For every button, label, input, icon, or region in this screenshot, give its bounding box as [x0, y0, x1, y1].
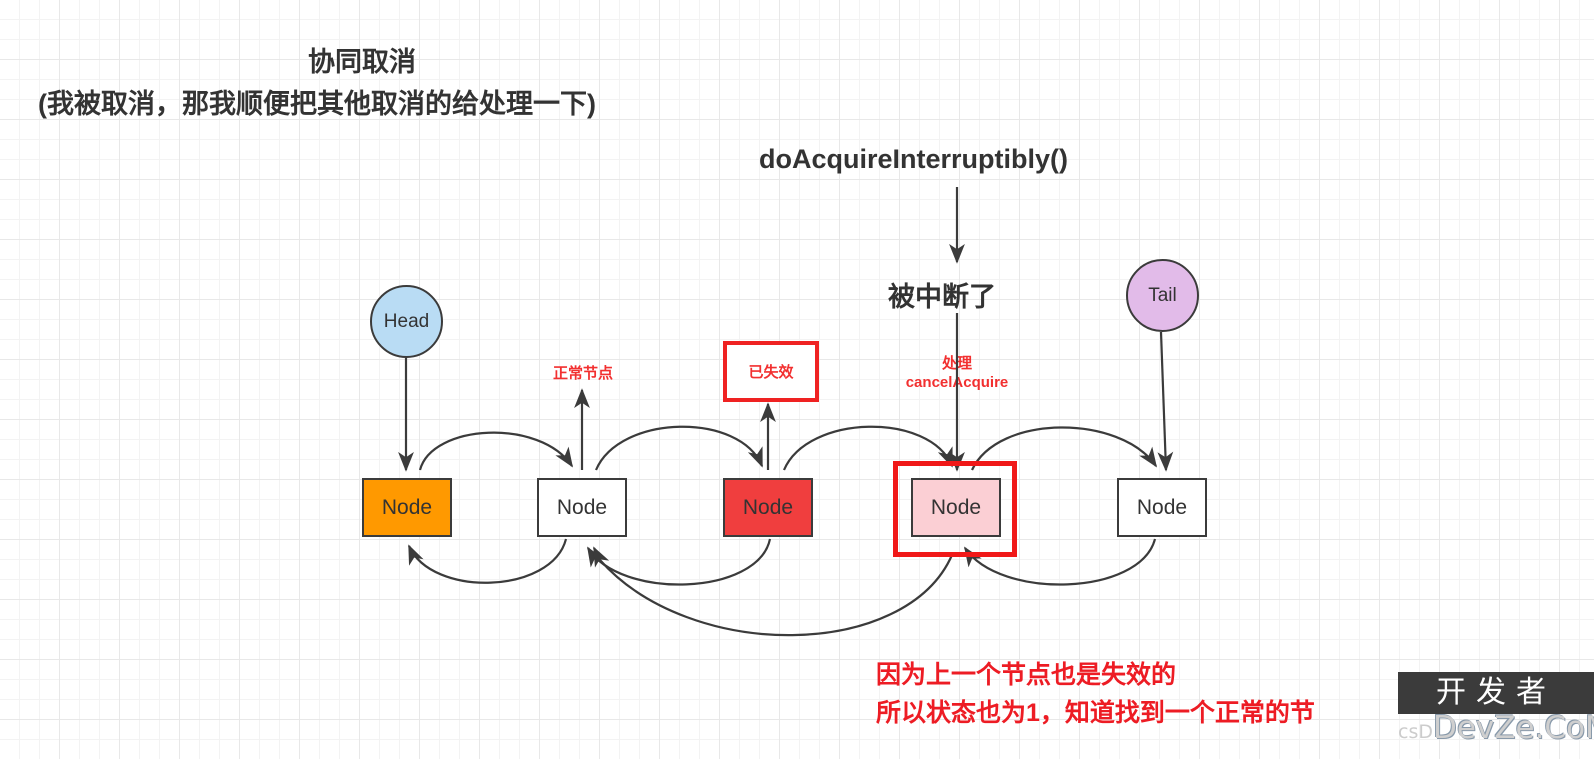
- node-5-label: Node: [1136, 495, 1188, 519]
- node-2: Node: [537, 478, 627, 537]
- arc-prev-node3-node2: [587, 538, 772, 586]
- connector-layer: [398, 187, 1174, 637]
- node-3: Node: [723, 478, 813, 537]
- node-5: Node: [1117, 478, 1207, 537]
- diagram-canvas: 协同取消 (我被取消，那我顺便把其他取消的给处理一下) doAcquireInt…: [0, 0, 1594, 759]
- node-2-label: Node: [556, 495, 608, 519]
- node-4: Node: [911, 478, 1001, 537]
- arc-prev-skip-node4-node2: [593, 546, 954, 637]
- bottom-note-line-2: 所以状态也为1，知道找到一个正常的节: [876, 699, 1315, 727]
- node-1-label: Node: [381, 495, 433, 519]
- circle-tail-label: Tail: [1148, 284, 1177, 306]
- bottom-note-line-1: 因为上一个节点也是失效的: [876, 661, 1177, 689]
- arc-next-node1-node2: [418, 431, 573, 471]
- circle-head: Head: [370, 285, 443, 358]
- node-1: Node: [362, 478, 452, 537]
- circle-head-label: Head: [383, 310, 430, 332]
- arc-prev-node2-node1: [407, 538, 568, 584]
- node-3-label: Node: [742, 495, 794, 519]
- circle-tail: Tail: [1126, 259, 1199, 332]
- arc-next-node2-node3: [594, 425, 764, 471]
- arrow-tail-to-node5: [1157, 331, 1174, 472]
- node-4-label: Node: [930, 495, 982, 519]
